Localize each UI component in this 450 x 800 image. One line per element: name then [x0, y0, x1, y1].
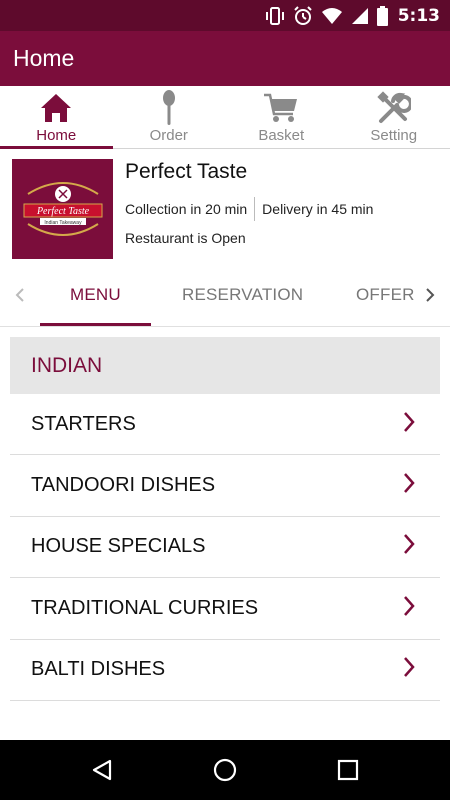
menu-item-label: TANDOORI DISHES — [31, 474, 216, 497]
restaurant-times: Collection in 20 min Delivery in 45 min — [125, 197, 373, 221]
tab-setting-label: Setting — [370, 127, 418, 144]
status-time: 5:13 — [397, 5, 440, 26]
page-title: Home — [13, 45, 75, 71]
tab-basket[interactable]: Basket — [225, 86, 338, 149]
battery-icon — [376, 5, 388, 26]
active-tab-indicator — [40, 323, 151, 326]
status-bar: 5:13 — [0, 0, 450, 31]
back-icon[interactable] — [82, 750, 122, 790]
tab-home-label: Home — [36, 127, 77, 144]
collection-time: Collection in 20 min — [125, 201, 248, 217]
menu-tab-strip: MENU RESERVATION OFFER — [0, 265, 450, 327]
spoon-icon — [161, 89, 177, 127]
vibrate-icon — [265, 6, 285, 25]
menu-item-label: STARTERS — [31, 412, 136, 435]
tab-order[interactable]: Order — [113, 86, 226, 149]
logo-title: Perfect Taste — [35, 206, 89, 217]
restaurant-logo: Perfect Taste Indian Takeaway — [12, 159, 113, 259]
menu-item-traditional-curries[interactable]: TRADITIONAL CURRIES — [10, 578, 440, 640]
chevron-right-icon — [402, 472, 416, 499]
alarm-icon — [293, 5, 313, 26]
tab-home[interactable]: Home — [0, 86, 113, 149]
restaurant-status: Restaurant is Open — [125, 230, 246, 246]
menu-item-label: HOUSE SPECIALS — [31, 535, 206, 558]
tools-icon — [377, 89, 411, 127]
chevron-right-icon[interactable] — [420, 283, 440, 307]
tab-basket-label: Basket — [258, 127, 305, 144]
home-icon — [39, 89, 73, 127]
signal-icon — [351, 7, 369, 25]
tab-setting[interactable]: Setting — [338, 86, 450, 149]
home-circle-icon[interactable] — [205, 750, 245, 790]
app-bar: Home — [0, 31, 450, 86]
tab-menu[interactable]: MENU — [70, 285, 121, 305]
logo-subtitle: Indian Takeaway — [44, 220, 82, 226]
category-title: INDIAN — [31, 353, 103, 377]
menu-item-label: BALTI DISHES — [31, 658, 166, 681]
menu-item-tandoori[interactable]: TANDOORI DISHES — [10, 455, 440, 517]
menu-list: STARTERS TANDOORI DISHES HOUSE SPECIALS … — [10, 394, 440, 701]
system-nav-bar — [0, 740, 450, 800]
recents-icon[interactable] — [328, 750, 368, 790]
info-divider — [254, 197, 256, 221]
chevron-right-icon — [402, 595, 416, 622]
main-tab-bar: Home Order Basket Setting — [0, 86, 450, 149]
tab-order-label: Order — [149, 127, 188, 144]
restaurant-name: Perfect Taste — [125, 160, 248, 183]
menu-item-balti[interactable]: BALTI DISHES — [10, 640, 440, 701]
delivery-time: Delivery in 45 min — [262, 201, 374, 217]
restaurant-card: Perfect Taste Indian Takeaway Perfect Ta… — [0, 150, 450, 262]
tab-offer[interactable]: OFFER — [356, 285, 415, 305]
chevron-right-icon — [402, 656, 416, 683]
category-header: INDIAN — [10, 337, 440, 394]
menu-item-house-specials[interactable]: HOUSE SPECIALS — [10, 517, 440, 579]
wifi-icon — [321, 7, 343, 25]
chevron-right-icon — [402, 533, 416, 560]
chevron-left-icon[interactable] — [10, 283, 30, 307]
menu-item-label: TRADITIONAL CURRIES — [31, 596, 259, 619]
tab-reservation[interactable]: RESERVATION — [182, 285, 303, 305]
chevron-right-icon — [402, 411, 416, 438]
menu-item-starters[interactable]: STARTERS — [10, 394, 440, 456]
cart-icon — [263, 89, 299, 127]
